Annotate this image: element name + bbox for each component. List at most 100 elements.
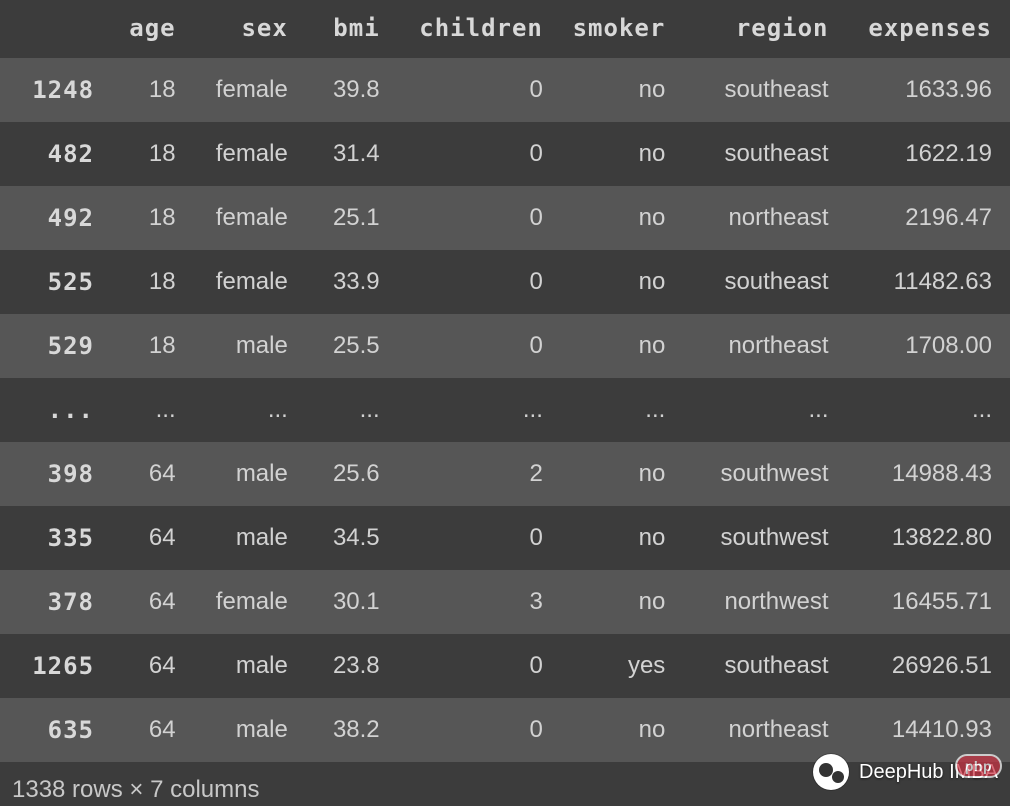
- row-index: 525: [0, 250, 102, 314]
- cell-expenses: 14988.43: [837, 442, 1010, 506]
- row-index: 492: [0, 186, 102, 250]
- cell-bmi: 30.1: [296, 570, 388, 634]
- cell-smoker: no: [551, 58, 673, 122]
- cell-bmi: 34.5: [296, 506, 388, 570]
- cell-smoker: no: [551, 186, 673, 250]
- cell-region: southeast: [673, 250, 836, 314]
- cell-age: 64: [102, 698, 184, 762]
- cell-age: 64: [102, 634, 184, 698]
- cell-age: 18: [102, 186, 184, 250]
- header-age: age: [102, 0, 184, 58]
- cell-sex: male: [184, 314, 296, 378]
- cell-expenses: 1633.96: [837, 58, 1010, 122]
- cell-age: ...: [102, 378, 184, 442]
- cell-bmi: 39.8: [296, 58, 388, 122]
- cell-sex: male: [184, 506, 296, 570]
- cell-bmi: 38.2: [296, 698, 388, 762]
- cell-age: 18: [102, 122, 184, 186]
- cell-children: 0: [388, 186, 551, 250]
- table-row: 335 64 male 34.5 0 no southwest 13822.80: [0, 506, 1010, 570]
- cell-expenses: 14410.93: [837, 698, 1010, 762]
- cell-smoker: no: [551, 122, 673, 186]
- cell-children: 0: [388, 250, 551, 314]
- row-index: 1248: [0, 58, 102, 122]
- cell-age: 64: [102, 442, 184, 506]
- cell-bmi: 23.8: [296, 634, 388, 698]
- table-row-ellipsis: ... ... ... ... ... ... ... ...: [0, 378, 1010, 442]
- row-index: 378: [0, 570, 102, 634]
- cell-bmi: ...: [296, 378, 388, 442]
- cell-smoker: no: [551, 570, 673, 634]
- cell-expenses: 11482.63: [837, 250, 1010, 314]
- header-smoker: smoker: [551, 0, 673, 58]
- row-index: 482: [0, 122, 102, 186]
- cell-sex: female: [184, 186, 296, 250]
- cell-smoker: no: [551, 250, 673, 314]
- cell-smoker: no: [551, 314, 673, 378]
- cell-smoker: no: [551, 506, 673, 570]
- cell-age: 18: [102, 314, 184, 378]
- cell-children: ...: [388, 378, 551, 442]
- cell-expenses: ...: [837, 378, 1010, 442]
- table-row: 525 18 female 33.9 0 no southeast 11482.…: [0, 250, 1010, 314]
- cell-bmi: 25.6: [296, 442, 388, 506]
- cell-sex: male: [184, 442, 296, 506]
- cell-expenses: 13822.80: [837, 506, 1010, 570]
- cell-expenses: 26926.51: [837, 634, 1010, 698]
- cell-children: 0: [388, 698, 551, 762]
- row-index: 398: [0, 442, 102, 506]
- row-index: 335: [0, 506, 102, 570]
- cell-sex: female: [184, 122, 296, 186]
- cell-children: 2: [388, 442, 551, 506]
- cell-children: 0: [388, 314, 551, 378]
- cell-smoker: no: [551, 442, 673, 506]
- table-row: 378 64 female 30.1 3 no northwest 16455.…: [0, 570, 1010, 634]
- table-row: 529 18 male 25.5 0 no northeast 1708.00: [0, 314, 1010, 378]
- cell-children: 3: [388, 570, 551, 634]
- cell-age: 64: [102, 506, 184, 570]
- cell-age: 64: [102, 570, 184, 634]
- cell-region: southeast: [673, 58, 836, 122]
- header-sex: sex: [184, 0, 296, 58]
- table-row: 1248 18 female 39.8 0 no southeast 1633.…: [0, 58, 1010, 122]
- cell-expenses: 1708.00: [837, 314, 1010, 378]
- table-row: 635 64 male 38.2 0 no northeast 14410.93: [0, 698, 1010, 762]
- cell-region: northeast: [673, 186, 836, 250]
- header-expenses: expenses: [837, 0, 1010, 58]
- cell-children: 0: [388, 58, 551, 122]
- cell-age: 18: [102, 58, 184, 122]
- cell-smoker: ...: [551, 378, 673, 442]
- cell-region: ...: [673, 378, 836, 442]
- cell-region: southwest: [673, 506, 836, 570]
- cell-bmi: 25.1: [296, 186, 388, 250]
- cell-children: 0: [388, 506, 551, 570]
- cell-sex: male: [184, 634, 296, 698]
- cell-expenses: 1622.19: [837, 122, 1010, 186]
- cell-bmi: 25.5: [296, 314, 388, 378]
- table-row: 482 18 female 31.4 0 no southeast 1622.1…: [0, 122, 1010, 186]
- header-index: [0, 0, 102, 58]
- table-shape-summary: 1338 rows × 7 columns: [0, 762, 1010, 804]
- row-index: 635: [0, 698, 102, 762]
- cell-expenses: 16455.71: [837, 570, 1010, 634]
- cell-region: northeast: [673, 314, 836, 378]
- cell-sex: female: [184, 58, 296, 122]
- header-children: children: [388, 0, 551, 58]
- table-row: 1265 64 male 23.8 0 yes southeast 26926.…: [0, 634, 1010, 698]
- cell-region: southwest: [673, 442, 836, 506]
- cell-region: northeast: [673, 698, 836, 762]
- data-table: age sex bmi children smoker region expen…: [0, 0, 1010, 762]
- cell-sex: female: [184, 570, 296, 634]
- cell-smoker: yes: [551, 634, 673, 698]
- cell-sex: male: [184, 698, 296, 762]
- cell-bmi: 33.9: [296, 250, 388, 314]
- table-row: 398 64 male 25.6 2 no southwest 14988.43: [0, 442, 1010, 506]
- dataframe-table: age sex bmi children smoker region expen…: [0, 0, 1010, 804]
- cell-sex: female: [184, 250, 296, 314]
- cell-age: 18: [102, 250, 184, 314]
- row-index: 529: [0, 314, 102, 378]
- cell-region: southeast: [673, 634, 836, 698]
- table-row: 492 18 female 25.1 0 no northeast 2196.4…: [0, 186, 1010, 250]
- row-index: ...: [0, 378, 102, 442]
- cell-smoker: no: [551, 698, 673, 762]
